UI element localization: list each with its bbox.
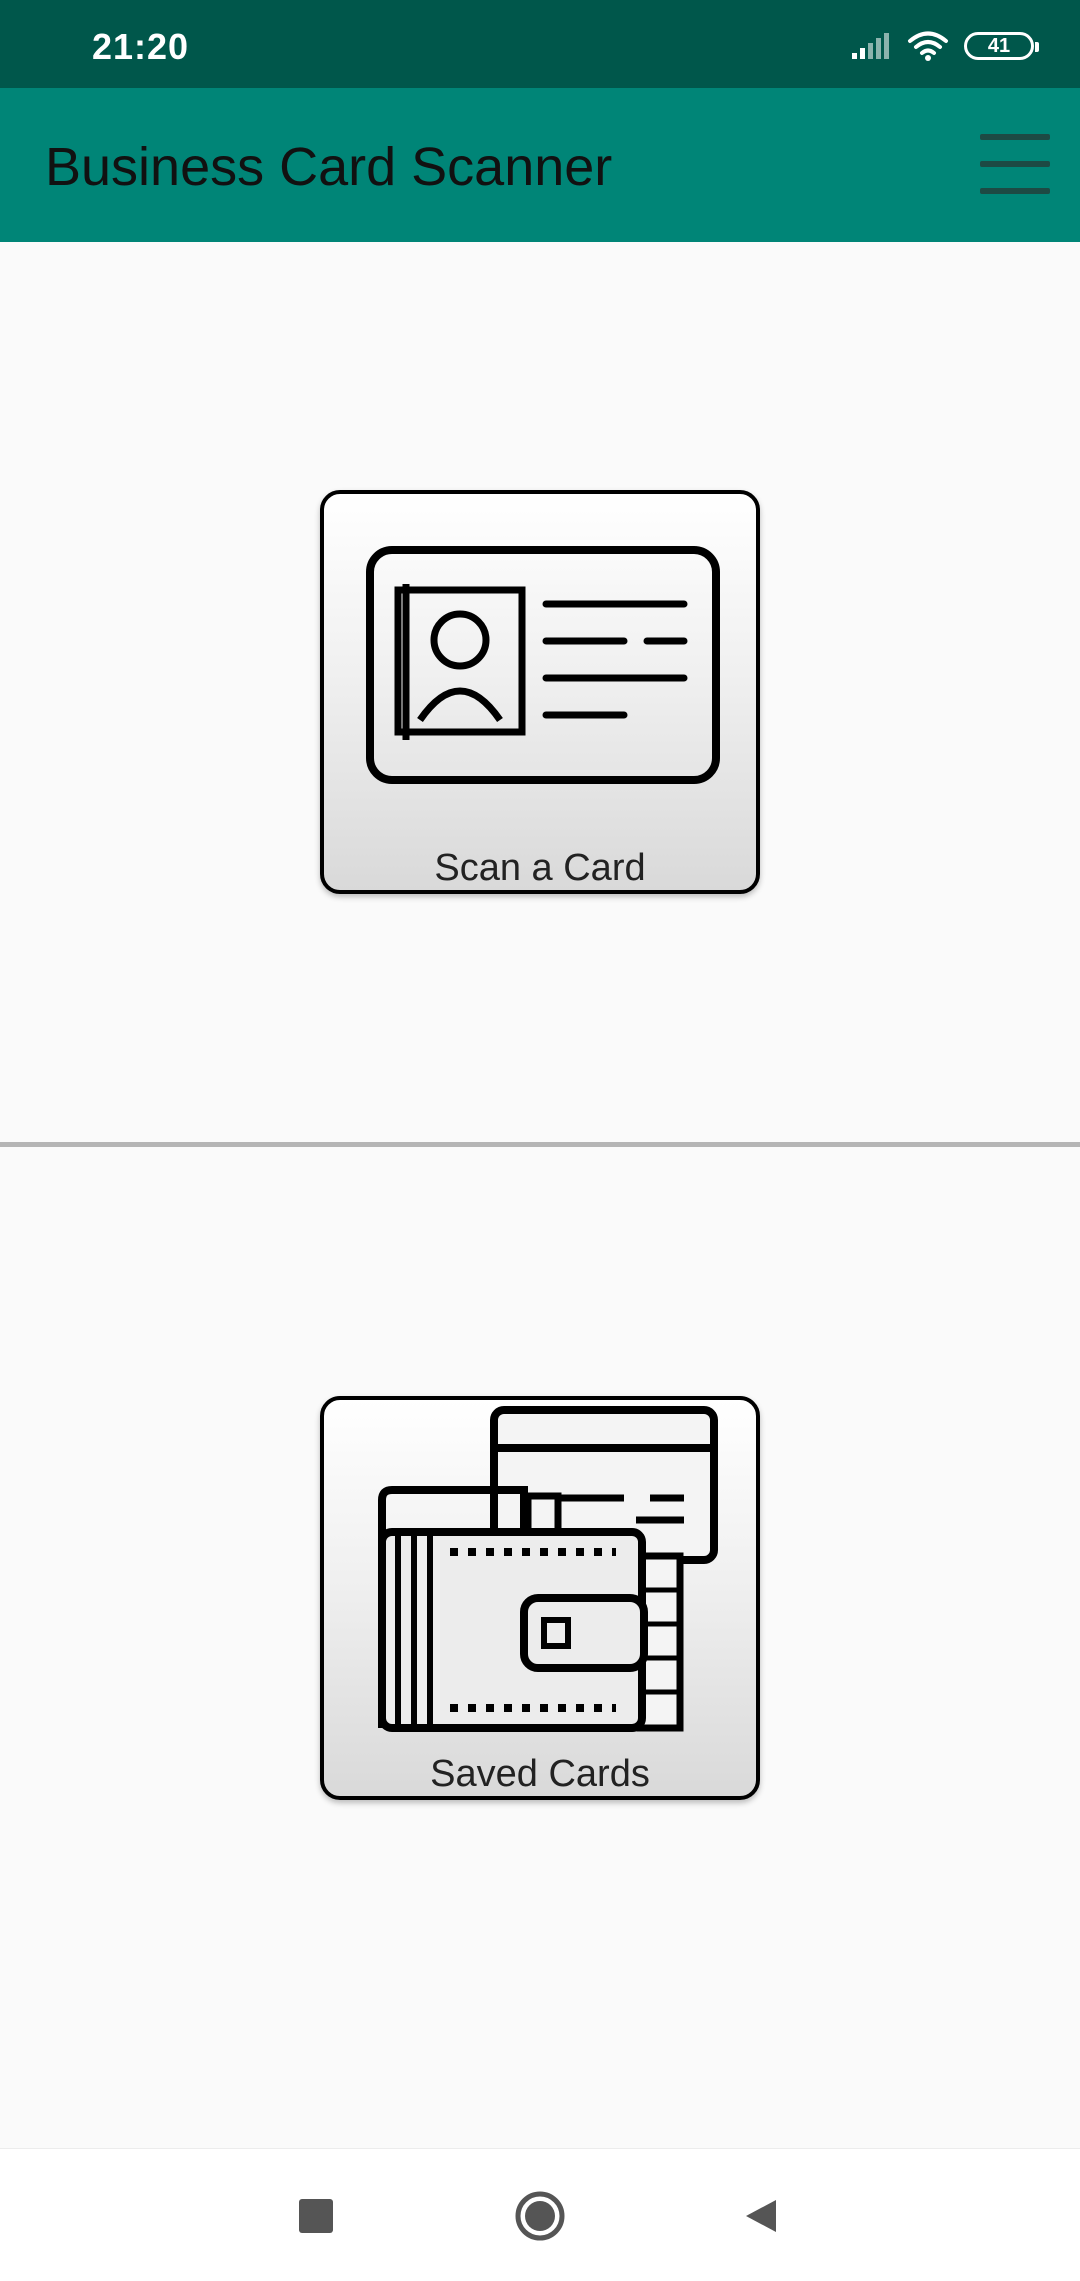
back-button[interactable] (725, 2181, 795, 2251)
app-title: Business Card Scanner (45, 137, 613, 197)
home-icon (515, 2191, 565, 2241)
menu-line (980, 188, 1050, 194)
id-card-icon (366, 546, 720, 784)
status-icons: 41 (850, 28, 1039, 64)
signal-icon (852, 33, 889, 59)
battery-level: 41 (987, 34, 1011, 57)
app-bar: Business Card Scanner (0, 88, 1080, 242)
status-time: 21:20 (92, 26, 190, 67)
scan-card-button[interactable]: Scan a Card (320, 490, 760, 894)
saved-cards-label: Saved Cards (430, 1753, 650, 1795)
wallet-cards-icon (378, 1406, 718, 1732)
navigation-bar (0, 2148, 1080, 2281)
recent-apps-button[interactable] (281, 2181, 351, 2251)
back-icon (746, 2200, 776, 2232)
menu-line (980, 134, 1050, 140)
saved-cards-button[interactable]: Saved Cards (320, 1396, 760, 1800)
menu-line (980, 161, 1050, 167)
scan-card-label: Scan a Card (434, 847, 646, 889)
recent-apps-icon (299, 2199, 333, 2233)
divider (0, 1142, 1080, 1147)
home-button[interactable] (505, 2181, 575, 2251)
hamburger-menu-icon[interactable] (980, 134, 1050, 194)
battery-icon: 41 (964, 32, 1039, 60)
status-bar: 21:20 41 (0, 0, 1080, 88)
wifi-icon (908, 31, 948, 61)
